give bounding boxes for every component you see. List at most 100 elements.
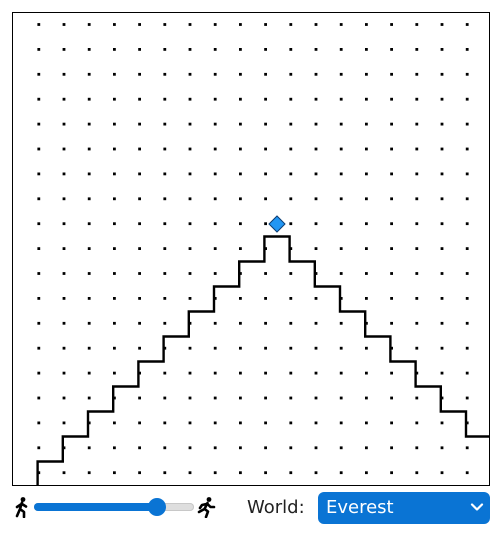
grid-dot [440, 122, 444, 126]
grid-dot [62, 297, 66, 300]
grid-dot [163, 371, 167, 375]
grid-dot [289, 23, 293, 26]
grid-dot [365, 371, 368, 375]
grid-dot [188, 147, 192, 151]
grid-dot [365, 272, 368, 275]
grid-dot [289, 297, 293, 300]
grid-dot [314, 421, 318, 425]
grid-dot [440, 247, 444, 250]
grid-dot [264, 222, 267, 226]
world-canvas [12, 12, 490, 486]
grid-dot [465, 396, 469, 400]
grid-dot [314, 471, 318, 475]
grid-dot [37, 272, 41, 275]
grid-dot [62, 197, 66, 201]
grid-dot [163, 197, 167, 201]
grid-dot [440, 72, 444, 76]
grid-dot [289, 371, 293, 375]
grid-dot [390, 172, 393, 176]
grid-dot [37, 147, 41, 151]
grid-dot [415, 147, 419, 151]
grid-dot [138, 297, 141, 300]
grid-dot [390, 147, 393, 151]
grid-dot [264, 147, 267, 151]
grid-dot [365, 396, 368, 400]
grid-dot [138, 247, 141, 250]
grid-dot [314, 23, 318, 26]
grid-dot [365, 147, 368, 151]
grid-dot [415, 272, 419, 275]
grid-dot [213, 72, 217, 76]
grid-dot [87, 446, 91, 450]
grid-dot [264, 471, 267, 475]
grid-dot [113, 97, 116, 101]
grid-dot [87, 247, 91, 250]
grid-dot [37, 421, 41, 425]
grid-dot [87, 471, 91, 475]
grid-dot [440, 471, 444, 475]
grid-dot [339, 172, 343, 176]
grid-dot [37, 222, 41, 226]
grid-dot [239, 23, 242, 26]
grid-dot [37, 371, 41, 375]
grid-dot [213, 122, 217, 126]
control-bar: World: Everest [0, 490, 503, 530]
grid-dot [314, 122, 318, 126]
grid-dot [465, 48, 469, 51]
grid-dot [314, 72, 318, 76]
grid-dot [62, 321, 66, 325]
grid-dot [390, 122, 393, 126]
grid-dot [163, 446, 167, 450]
grid-dot [62, 48, 66, 51]
grid-dot [264, 48, 267, 51]
grid-dot [440, 222, 444, 226]
grid-dot [440, 97, 444, 101]
grid-dot [339, 72, 343, 76]
grid-dot [289, 48, 293, 51]
grid-dot [314, 97, 318, 101]
grid-dot [113, 321, 116, 325]
grid-dot [390, 371, 393, 375]
grid-dot [239, 197, 242, 201]
grid-dot [415, 23, 419, 26]
speed-slider[interactable] [34, 498, 194, 516]
grid-dot [138, 272, 141, 275]
grid-dot [62, 247, 66, 250]
grid-dot [138, 321, 141, 325]
grid-dot [390, 222, 393, 226]
grid-dot [113, 72, 116, 76]
grid-dot [239, 471, 242, 475]
world-select[interactable]: Everest [318, 492, 490, 524]
grid-dot [365, 471, 368, 475]
grid-dot [37, 297, 41, 300]
grid-dot [163, 147, 167, 151]
grid-dot [465, 23, 469, 26]
grid-dot [239, 321, 242, 325]
grid-dot [390, 97, 393, 101]
grid-dot [239, 247, 242, 250]
grid-dot [213, 421, 217, 425]
grid-dot [163, 72, 167, 76]
grid-dot [163, 122, 167, 126]
grid-dot [239, 371, 242, 375]
grid-dot [87, 272, 91, 275]
grid-dot [213, 272, 217, 275]
grid-dot [264, 72, 267, 76]
grid-dot [339, 446, 343, 450]
grid-dot [213, 48, 217, 51]
grid-dot [390, 471, 393, 475]
grid-dot [390, 272, 393, 275]
speed-slider-thumb[interactable] [148, 498, 167, 516]
grid-dot [188, 97, 192, 101]
grid-dot [440, 147, 444, 151]
grid-dot [213, 147, 217, 151]
grid-dot [339, 471, 343, 475]
grid-dot [465, 446, 469, 450]
grid-dot [163, 471, 167, 475]
grid-dot [465, 297, 469, 300]
grid-dot [239, 172, 242, 176]
grid-dot [213, 321, 217, 325]
grid-dot [188, 222, 192, 226]
grid-dot [87, 122, 91, 126]
grid-dot [188, 346, 192, 350]
